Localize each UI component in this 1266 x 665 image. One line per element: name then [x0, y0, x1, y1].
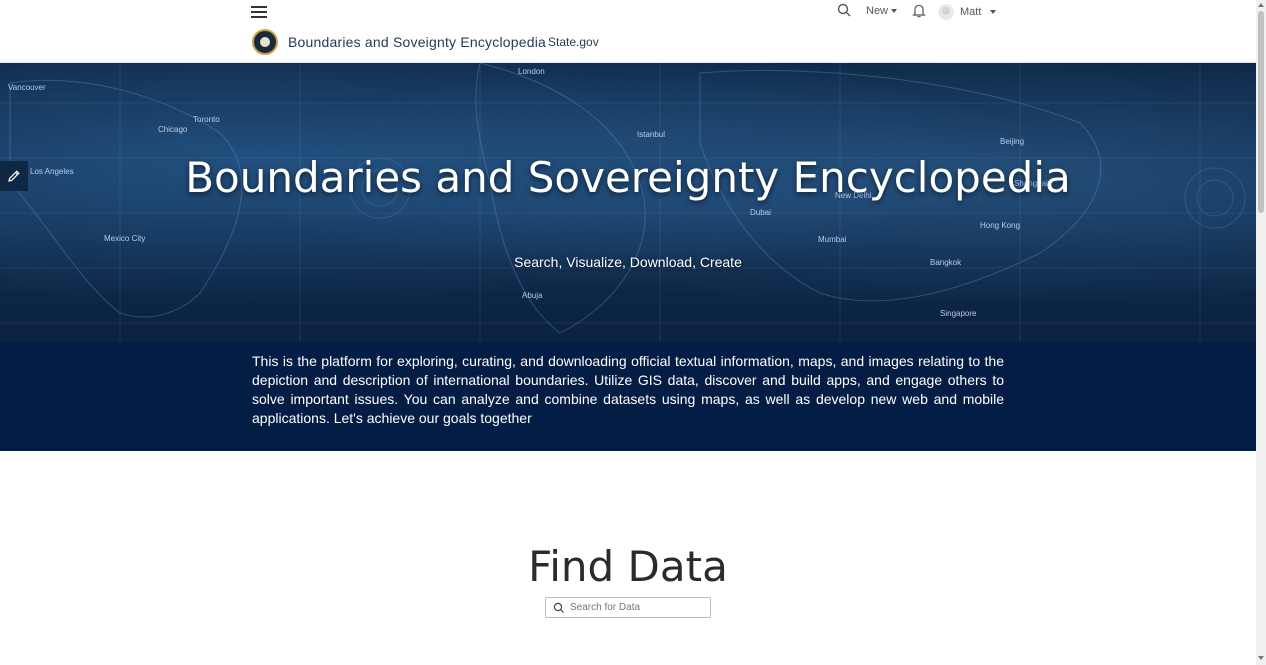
search-icon [553, 602, 564, 613]
hero-subtitle: Search, Visualize, Download, Create [514, 254, 742, 270]
chevron-down-icon [891, 9, 898, 14]
site-title[interactable]: Boundaries and Soveignty Encyclopedia [288, 34, 546, 50]
intro-section: This is the platform for exploring, cura… [0, 342, 1256, 451]
state-gov-link[interactable]: State.gov [548, 35, 599, 49]
search-button[interactable] [837, 3, 851, 21]
hero-banner: Vancouver Chicago Toronto Los Angeles Me… [0, 63, 1256, 342]
state-department-seal-icon[interactable] [252, 29, 278, 55]
world-map-background [0, 63, 1256, 342]
city-label: Singapore [940, 309, 977, 318]
city-label: Istanbul [637, 130, 666, 139]
hamburger-menu-icon[interactable] [251, 4, 267, 19]
scroll-down-arrow-icon[interactable] [1258, 656, 1264, 660]
chevron-down-icon [990, 10, 997, 14]
user-name: Matt [960, 6, 982, 18]
scroll-up-arrow-icon[interactable] [1258, 3, 1264, 7]
find-data-heading: Find Data [528, 542, 728, 591]
new-dropdown[interactable]: New [866, 5, 898, 23]
city-label: Vancouver [8, 83, 46, 92]
vertical-scrollbar[interactable] [1256, 0, 1266, 665]
city-label: Mexico City [104, 234, 146, 243]
page: New Matt Boundaries and Soveignty Encycl… [0, 0, 1256, 665]
city-label: Abuja [522, 291, 543, 300]
city-label: Chicago [158, 125, 188, 134]
new-label: New [866, 5, 889, 17]
hero-title: Boundaries and Sovereignty Encyclopedia [185, 153, 1071, 202]
city-label: Beijing [1000, 137, 1025, 146]
city-label: London [518, 67, 545, 76]
scrollbar-thumb[interactable] [1258, 11, 1264, 213]
city-label: Hong Kong [980, 221, 1021, 230]
city-label: Dubai [750, 208, 771, 217]
site-header: New Matt Boundaries and Soveignty Encycl… [0, 0, 1256, 63]
city-label: Mumbai [818, 235, 847, 244]
intro-text: This is the platform for exploring, cura… [252, 353, 1004, 426]
find-data-search[interactable] [545, 597, 711, 618]
search-input[interactable] [567, 602, 710, 613]
notifications-button[interactable] [912, 3, 926, 21]
city-label: Toronto [193, 115, 220, 124]
user-menu[interactable]: Matt [938, 3, 997, 21]
bell-icon [912, 4, 926, 18]
avatar [938, 4, 954, 20]
search-icon [837, 3, 851, 17]
